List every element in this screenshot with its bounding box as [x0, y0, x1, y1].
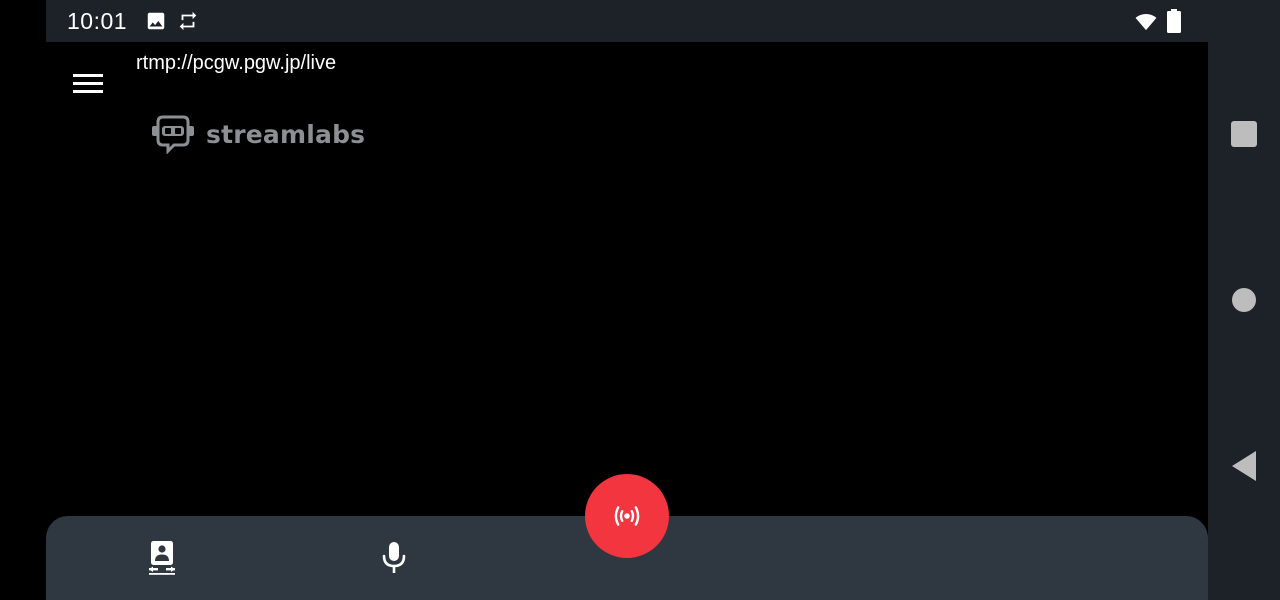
app-screen: 10:01 rtmp://pcgw.pgw.jp/live streamlabs — [0, 0, 1280, 600]
microphone-icon — [382, 542, 406, 573]
home-icon — [1232, 288, 1256, 312]
switch-camera-button[interactable] — [134, 530, 190, 586]
battery-icon — [1167, 9, 1181, 33]
wifi-icon — [1135, 14, 1157, 31]
navigation-bar — [1208, 0, 1280, 600]
rtmp-url: rtmp://pcgw.pgw.jp/live — [136, 52, 337, 74]
go-live-button[interactable] — [585, 474, 669, 558]
sync-icon — [179, 11, 197, 31]
logo-text: streamlabs — [206, 119, 366, 149]
status-time: 10:01 — [67, 8, 128, 34]
home-button[interactable] — [1208, 264, 1280, 336]
recents-icon — [1231, 121, 1257, 147]
hamburger-menu-icon — [73, 74, 103, 93]
menu-button[interactable] — [64, 64, 112, 102]
status-bar: 10:01 — [46, 0, 1208, 42]
broadcast-icon — [614, 506, 640, 526]
microphone-button[interactable] — [366, 530, 422, 586]
switch-camera-icon — [149, 541, 175, 575]
streamlabs-logo: streamlabs — [150, 114, 365, 154]
streamlabs-robot-icon — [152, 115, 194, 154]
back-button[interactable] — [1208, 430, 1280, 502]
back-icon — [1232, 451, 1256, 481]
recents-button[interactable] — [1208, 98, 1280, 170]
image-icon — [147, 12, 165, 30]
